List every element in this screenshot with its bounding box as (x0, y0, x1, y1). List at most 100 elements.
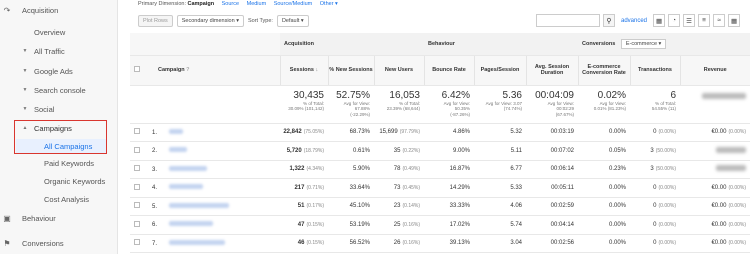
new-users-pct: (0.14%) (402, 203, 420, 210)
avg-duration-cell: 00:04:14 (526, 215, 578, 235)
ecom-rate-cell: 0.00% (578, 178, 630, 198)
table-row[interactable]: 3. 1,322 (4.34%) 5.90% 78 (0.49%) 16.87% 6.77 00… (130, 160, 750, 179)
col-ecom-rate[interactable]: E-commerce Conversion Rate (577, 55, 630, 86)
new-users-value: 73 (393, 184, 401, 191)
revenue-pct: (0.00%) (728, 240, 746, 247)
row-checkbox[interactable] (134, 183, 140, 190)
search-input[interactable] (536, 14, 600, 27)
performance-view-icon[interactable]: ☰ (683, 14, 696, 27)
table-row[interactable]: 1. 22,842 (75.05%) 68.73% 15,699 (97.79%) 4.86… (130, 123, 750, 142)
total-value: 52.75% (336, 89, 370, 101)
col-bounce-rate[interactable]: Bounce Rate (423, 55, 474, 86)
sidebar-item-social[interactable]: ▼ Social (0, 103, 118, 115)
sort-type-dropdown[interactable]: Default ▾ (276, 15, 309, 27)
sidebar-item-campaigns[interactable]: ▲ Campaigns (0, 122, 118, 134)
comparison-view-icon[interactable]: ≡ (698, 14, 711, 27)
sessions-cell: 51 (0.17%) (280, 197, 328, 216)
pages-session-cell: 5.11 (474, 141, 526, 161)
col-campaign[interactable]: Campaign ? (144, 55, 280, 86)
revenue-cell (680, 160, 750, 179)
data-view-icon[interactable]: ▦ (653, 14, 666, 27)
dimension-campaign[interactable]: Campaign (188, 1, 215, 7)
sidebar-item-conversions[interactable]: ⚑ Conversions (0, 237, 118, 249)
sidebar-item-overview[interactable]: Overview (0, 26, 118, 38)
select-all-checkbox[interactable] (134, 66, 140, 72)
sidebar-item-google-ads[interactable]: ▼ Google Ads (0, 65, 118, 77)
sidebar-item-all-campaigns[interactable]: All Campaigns (0, 140, 118, 152)
transactions-pct: (50.00%) (655, 166, 676, 173)
select-all-cell (130, 55, 144, 86)
sessions-value: 47 (297, 221, 305, 228)
transactions-cell: 0 (0.00%) (630, 197, 680, 216)
table-row[interactable]: 4. 217 (0.71%) 33.64% 73 (0.45%) 14.29% 5.33 00:… (130, 178, 750, 198)
row-checkbox[interactable] (134, 202, 140, 209)
pie-view-icon[interactable]: ◔ (668, 14, 681, 27)
row-checkbox[interactable] (134, 220, 140, 227)
col-transactions[interactable]: Transactions (629, 55, 680, 86)
sidebar-item-behaviour[interactable]: ▣ Behaviour (0, 212, 118, 224)
row-select-cell (130, 215, 144, 235)
search-icon[interactable]: ⚲ (603, 14, 615, 27)
campaign-link[interactable] (169, 221, 214, 227)
sidebar-item-cost-analysis[interactable]: Cost Analysis (0, 193, 118, 205)
pivot-view-icon[interactable]: ▦ (728, 14, 741, 27)
total-value: 6 (670, 89, 676, 101)
row-checkbox[interactable] (134, 165, 140, 172)
help-icon[interactable]: ? (186, 67, 189, 73)
secondary-dimension-dropdown[interactable]: Secondary dimension ▾ (176, 15, 244, 27)
sessions-value: 51 (297, 203, 305, 210)
table-row[interactable]: 7. 46 (0.15%) 56.52% 26 (0.16%) 39.13% 3.04 00:0… (130, 234, 750, 253)
total-value: 16,053 (389, 89, 420, 101)
col-new-users[interactable]: New Users (373, 55, 424, 86)
col-sessions[interactable]: Sessions ↓ (279, 55, 328, 86)
primary-dimension-label: Primary Dimension: (138, 1, 186, 7)
sidebar-item-all-traffic[interactable]: ▼ All Traffic (0, 45, 118, 57)
total-revenue (680, 85, 750, 124)
col-revenue[interactable]: Revenue (679, 55, 750, 86)
sessions-pct: (0.15%) (306, 221, 324, 228)
total-value: 30,435 (293, 89, 324, 101)
dimension-other[interactable]: Other ▾ (320, 1, 338, 7)
table-row[interactable]: 5. 51 (0.17%) 45.10% 23 (0.14%) 33.33% 4.06 00:0… (130, 197, 750, 216)
dimension-source[interactable]: Source (222, 1, 239, 7)
total-value: 5.36 (502, 89, 522, 101)
row-checkbox[interactable] (134, 146, 140, 153)
campaign-link[interactable] (169, 239, 226, 245)
term-cloud-icon[interactable]: ≈ (713, 14, 726, 27)
col-avg-duration[interactable]: Avg. Session Duration (525, 55, 578, 86)
table-row[interactable]: 6. 47 (0.15%) 53.19% 25 (0.16%) 17.02% 5.74 00:0… (130, 215, 750, 235)
transactions-value: 0 (653, 240, 657, 247)
advanced-link[interactable]: advanced (621, 18, 647, 24)
row-checkbox[interactable] (134, 239, 140, 246)
table-row[interactable]: 2. 5,720 (18.79%) 0.61% 35 (0.22%) 9.00% 5.11 00… (130, 141, 750, 161)
revenue-pct: (0.00%) (728, 203, 746, 210)
sidebar-item-acquisition[interactable]: ↷ Acquisition (0, 4, 118, 16)
campaign-link[interactable] (169, 128, 184, 134)
new-sessions-cell: 45.10% (328, 197, 374, 216)
campaign-link[interactable] (169, 202, 230, 208)
campaign-link[interactable] (169, 147, 188, 153)
sidebar-item-paid-keywords[interactable]: Paid Keywords (0, 157, 118, 169)
new-users-cell: 26 (0.16%) (374, 234, 424, 253)
transactions-value: 3 (650, 166, 654, 173)
campaign-link[interactable] (169, 165, 208, 171)
conversions-select[interactable]: E-commerce ▾ (620, 38, 667, 49)
row-checkbox[interactable] (134, 128, 140, 135)
campaign-cell: 3. (144, 160, 280, 179)
collapse-arrow-icon: ▲ (22, 125, 28, 131)
col-pages-session[interactable]: Pages/Session (473, 55, 526, 86)
sidebar-item-search-console[interactable]: ▼ Search console (0, 84, 118, 96)
revenue-value: €0.00 (711, 129, 727, 136)
dimension-medium[interactable]: Medium (247, 1, 267, 7)
campaign-link[interactable] (169, 184, 204, 190)
sidebar-item-organic-keywords[interactable]: Organic Keywords (0, 175, 118, 187)
revenue-cell: €0.00 (0.00%) (680, 178, 750, 198)
new-users-value: 15,699 (379, 129, 398, 136)
pages-session-cell: 5.32 (474, 123, 526, 142)
dimension-source-medium[interactable]: Source/Medium (274, 1, 313, 7)
col-new-sessions[interactable]: % New Sessions (327, 55, 374, 86)
avg-duration-cell: 00:07:02 (526, 141, 578, 161)
plot-rows-button[interactable]: Plot Rows (138, 15, 173, 27)
row-number: 2. (152, 148, 158, 155)
pages-session-cell: 5.33 (474, 178, 526, 198)
